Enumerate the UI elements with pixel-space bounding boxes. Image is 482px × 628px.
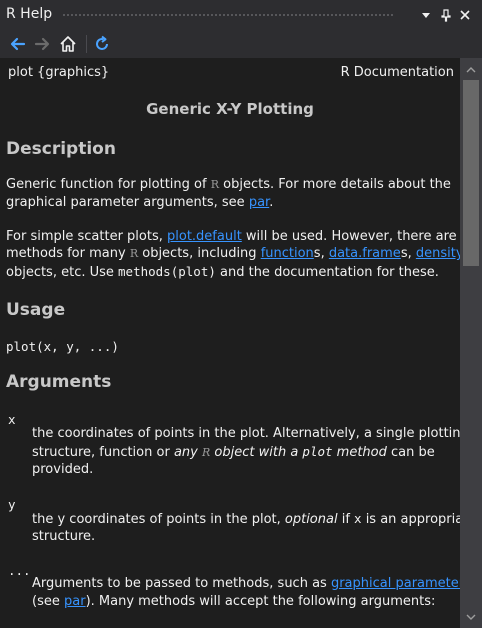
desc2-line2: methods for many R objects, including fu… — [6, 245, 460, 263]
desc1-line1: Generic function for plotting of R objec… — [6, 177, 451, 192]
density-link[interactable]: density — [416, 246, 460, 261]
help-content: plot {graphics} R Documentation Generic … — [0, 58, 460, 628]
scrollbar-thumb[interactable] — [463, 80, 479, 266]
window-menu-dropdown-icon[interactable] — [418, 6, 434, 24]
scroll-down-icon[interactable] — [465, 611, 477, 623]
usage-code: plot(x, y, ...) — [6, 339, 119, 354]
doc-source-header: R Documentation — [340, 65, 454, 80]
window-titlebar: R Help — [0, 0, 482, 30]
section-description-heading: Description — [6, 139, 116, 159]
back-arrow-icon[interactable] — [8, 34, 28, 54]
arg-x-line2: structure, function or any R object with… — [32, 444, 435, 460]
data-frame-link[interactable]: data.frame — [329, 246, 401, 261]
close-icon[interactable] — [457, 6, 473, 24]
pin-icon[interactable] — [438, 6, 454, 24]
arg-y-name: y — [8, 497, 16, 512]
arg-x-name: x — [8, 412, 16, 427]
home-icon[interactable] — [58, 34, 78, 54]
window-title: R Help — [6, 6, 53, 22]
graphical-parameters-link[interactable]: graphical parameters — [331, 576, 460, 591]
function-link[interactable]: function — [261, 246, 314, 261]
refresh-icon[interactable] — [92, 34, 112, 54]
code-methods-plot: methods(plot) — [118, 264, 216, 279]
plot-default-link[interactable]: plot.default — [167, 229, 242, 244]
arg-dots-line2: (see par). Many methods will accept the … — [32, 594, 436, 609]
section-arguments-heading: Arguments — [6, 372, 112, 392]
arg-y-line1: the y coordinates of points in the plot,… — [32, 511, 460, 527]
arg-y-line2: structure. — [32, 529, 96, 544]
r-logo: R — [129, 247, 139, 260]
arg-x-line3: provided. — [32, 462, 94, 477]
r-logo: R — [210, 178, 219, 191]
desc2-line1: For simple scatter plots, plot.default w… — [6, 229, 460, 244]
section-usage-heading: Usage — [6, 300, 66, 320]
arg-dots-line1: Arguments to be passed to methods, such … — [32, 575, 460, 593]
vertical-scrollbar[interactable] — [460, 58, 482, 628]
doc-topic-header: plot {graphics} — [8, 65, 110, 80]
arg-x-line1: the coordinates of points in the plot. A… — [32, 426, 460, 441]
titlebar-grip — [62, 13, 394, 18]
page-title: Generic X-Y Plotting — [146, 100, 314, 118]
scroll-up-icon[interactable] — [465, 64, 477, 76]
par-link-2[interactable]: par — [64, 594, 86, 609]
help-toolbar — [0, 30, 482, 58]
toolbar-separator — [86, 35, 87, 53]
desc2-line3: objects, etc. Use methods(plot) and the … — [6, 264, 439, 280]
arg-dots-name: ... — [8, 563, 31, 578]
forward-arrow-icon[interactable] — [32, 34, 52, 54]
par-link[interactable]: par — [249, 195, 269, 210]
desc1-line2: graphical parameter arguments, see par. — [6, 195, 274, 210]
